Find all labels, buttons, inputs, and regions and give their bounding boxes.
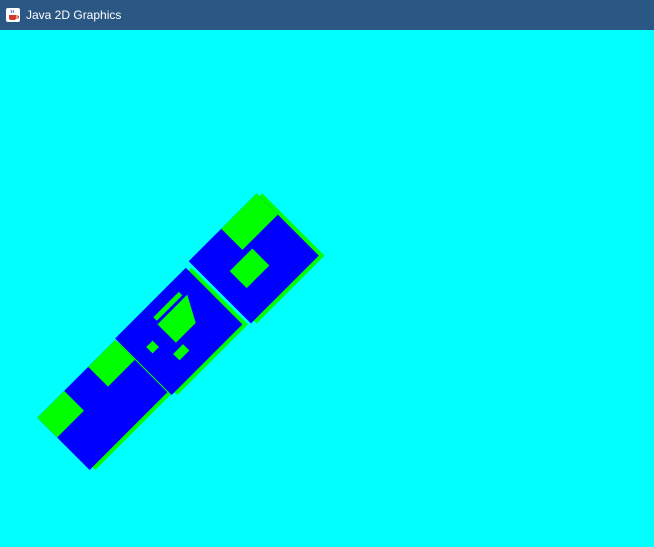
graphics-svg (37, 193, 325, 471)
window-title: Java 2D Graphics (26, 8, 122, 22)
app-window: Java 2D Graphics (0, 0, 654, 547)
drawing-canvas (0, 30, 654, 547)
java-cup-icon (6, 8, 20, 22)
title-bar[interactable]: Java 2D Graphics (0, 0, 654, 30)
